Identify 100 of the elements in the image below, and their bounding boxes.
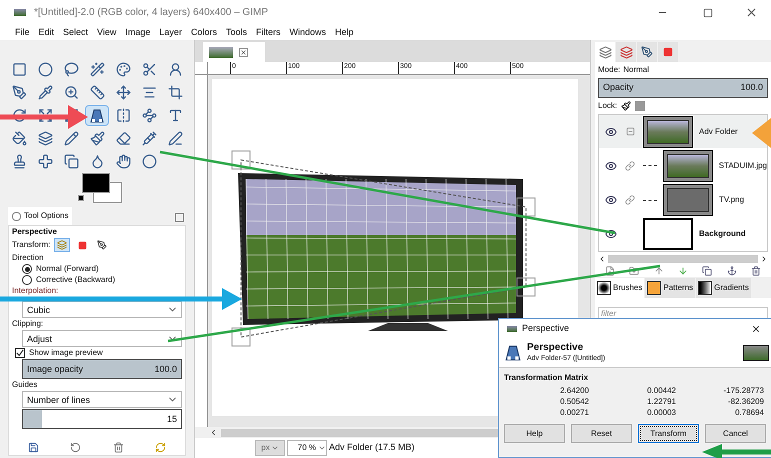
- lock-label: Lock:: [598, 100, 618, 112]
- restore-icon[interactable]: [70, 442, 82, 452]
- layer-icon: [57, 240, 68, 250]
- dock-tab[interactable]: [616, 42, 636, 62]
- tool-options-tab[interactable]: Tool Options: [8, 207, 72, 225]
- menu-item[interactable]: Image: [125, 26, 150, 40]
- interpolation-dropdown[interactable]: Cubic: [22, 301, 182, 318]
- section-label: Guides: [12, 380, 38, 390]
- unit-dropdown[interactable]: px: [255, 440, 285, 456]
- slider-value: 100.0: [154, 364, 178, 374]
- scroll-right-icon[interactable]: [760, 254, 768, 262]
- menu-item[interactable]: Layer: [159, 26, 182, 40]
- align-icon: [142, 85, 156, 100]
- save-icon[interactable]: [28, 442, 39, 452]
- slider-label: Image opacity: [26, 364, 84, 374]
- stamp-icon: [12, 154, 26, 169]
- bucket-icon: [12, 131, 26, 146]
- zoom-dropdown[interactable]: 70 %: [287, 440, 327, 456]
- guides-dropdown[interactable]: Number of lines: [22, 391, 182, 408]
- dock-tab[interactable]: Patterns: [645, 278, 696, 298]
- radio-button[interactable]: [22, 275, 32, 285]
- eye-icon[interactable]: [605, 126, 617, 138]
- lower-icon[interactable]: [678, 266, 688, 276]
- slider[interactable]: Image opacity 100.0: [22, 359, 182, 379]
- close-icon[interactable]: [239, 48, 248, 56]
- menu-item[interactable]: Windows: [289, 26, 326, 40]
- slider-value: 100.0: [740, 81, 764, 94]
- move-icon: [116, 85, 130, 100]
- lock-pixels-icon[interactable]: [621, 101, 632, 111]
- menu-item[interactable]: Select: [63, 26, 88, 40]
- menu-item[interactable]: Tools: [226, 26, 247, 40]
- dialog-button[interactable]: Transform: [638, 424, 699, 443]
- dock-tab[interactable]: [658, 42, 678, 62]
- duplicate-icon[interactable]: [702, 266, 712, 276]
- close-icon: [744, 6, 758, 19]
- eye-icon[interactable]: [605, 194, 617, 206]
- tool-button[interactable]: [85, 105, 109, 126]
- layer-name: Adv Folder: [699, 126, 738, 138]
- window-title: *[Untitled]-2.0 (RGB color, 4 layers) 640x400 – GIMP: [34, 6, 268, 20]
- droplet-icon: [90, 154, 104, 169]
- image-tab[interactable]: [203, 42, 265, 62]
- path-icon: [97, 240, 108, 250]
- dialog-button[interactable]: Cancel: [705, 424, 766, 443]
- person-icon: [168, 62, 182, 77]
- layer-name: Background: [699, 228, 746, 240]
- dialog-button[interactable]: Help: [504, 424, 565, 443]
- matrix-value: 2.64200: [559, 385, 589, 396]
- delete-icon[interactable]: [112, 442, 124, 452]
- dialog-button[interactable]: Reset: [571, 424, 632, 443]
- delete-icon[interactable]: [750, 266, 761, 276]
- tree-line: [643, 200, 657, 201]
- slider[interactable]: 15: [22, 409, 182, 429]
- menu-item[interactable]: Colors: [190, 26, 217, 40]
- anchor-icon[interactable]: [726, 266, 737, 276]
- dock-tab[interactable]: [595, 42, 615, 62]
- zoom-icon: [64, 85, 78, 100]
- menu-item[interactable]: Filters: [256, 26, 280, 40]
- menu-item[interactable]: View: [97, 26, 116, 40]
- horizontal-scrollbar[interactable]: [608, 254, 758, 262]
- copy-icon: [64, 154, 78, 169]
- mode-value[interactable]: Normal: [623, 64, 650, 76]
- eye-icon[interactable]: [605, 160, 617, 172]
- raise-icon[interactable]: [654, 266, 664, 276]
- menu-item[interactable]: File: [15, 26, 30, 40]
- status-text: Adv Folder (17.5 MB): [329, 441, 415, 454]
- clipping-dropdown[interactable]: Adjust: [22, 330, 182, 347]
- menu-item[interactable]: Help: [334, 26, 354, 40]
- lock-alpha-icon[interactable]: [635, 101, 646, 111]
- app-icon: [507, 326, 517, 332]
- layers-icon: [598, 46, 612, 58]
- perspective-tool-icon: [504, 344, 522, 362]
- scroll-left-icon[interactable]: [598, 254, 606, 262]
- close-icon[interactable]: [751, 324, 761, 334]
- crop-icon: [168, 85, 182, 100]
- radio-button[interactable]: [22, 264, 32, 274]
- section-label: Interpolation:: [12, 286, 60, 296]
- transform-label: Transform:: [12, 240, 50, 250]
- layer-thumbnail: [663, 184, 713, 216]
- hand-icon: [116, 154, 130, 169]
- layer-thumbnail: [643, 218, 693, 250]
- menu-item[interactable]: Edit: [38, 26, 54, 40]
- slider[interactable]: Opacity 100.0: [598, 78, 768, 98]
- new-group-icon[interactable]: [629, 266, 640, 276]
- color-swatches-drawing[interactable]: [78, 173, 123, 203]
- matrix-title: Transformation Matrix: [503, 372, 590, 384]
- dock-tab[interactable]: Brushes: [595, 278, 644, 298]
- radio-label: Normal (Forward): [36, 264, 99, 274]
- scroll-left-icon[interactable]: [209, 428, 218, 437]
- matrix-value: 0.00003: [646, 407, 676, 418]
- matrix-value: -175.28773: [722, 385, 764, 396]
- annotation-arrow: [702, 444, 771, 458]
- eye-icon[interactable]: [605, 228, 617, 240]
- dock-tab[interactable]: [637, 42, 657, 62]
- pencil-icon: [64, 131, 78, 146]
- mode-label: Mode:: [598, 64, 620, 76]
- collapse-icon[interactable]: [626, 127, 634, 136]
- layer-row[interactable]: Adv Folder: [599, 115, 767, 148]
- checkbox-label: Show image preview: [29, 348, 103, 358]
- checkbox[interactable]: [15, 348, 25, 358]
- dock-tab[interactable]: Gradients: [696, 278, 751, 298]
